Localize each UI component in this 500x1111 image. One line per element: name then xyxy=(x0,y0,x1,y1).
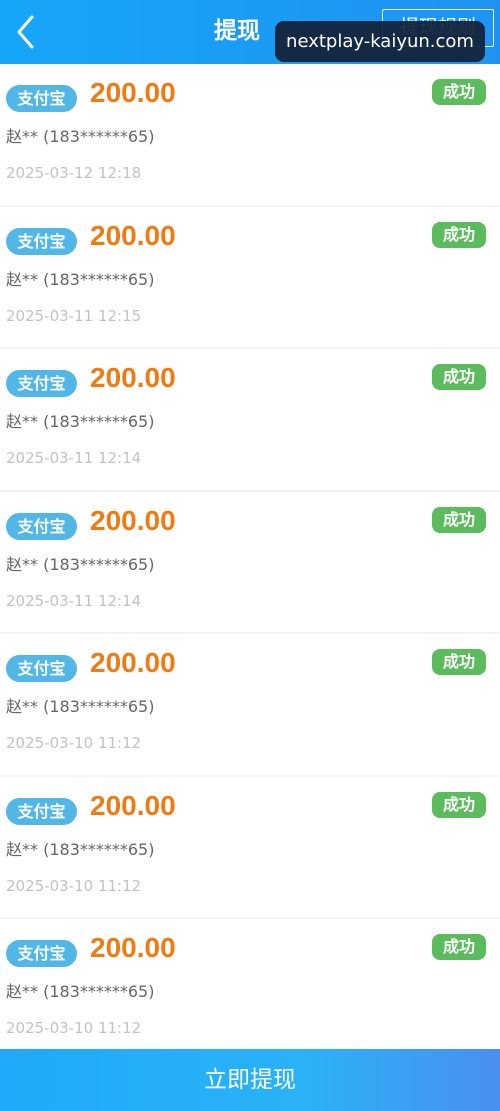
withdrawal-amount: 200.00 xyxy=(90,932,176,963)
payment-method-badge: 支付宝 xyxy=(6,227,77,255)
status-badge: 成功 xyxy=(432,649,486,675)
account-info: 赵** (183******65) xyxy=(6,839,155,859)
status-badge: 成功 xyxy=(432,221,486,248)
record-time: 2025-03-11 12:15 xyxy=(6,306,142,325)
account-info: 赵** (183******65) xyxy=(6,412,155,431)
account-info: 赵** (183******65) xyxy=(6,554,155,574)
withdrawal-record: 支付宝 200.00 成功 赵** (183******65) 2025-03-… xyxy=(0,206,500,349)
record-time: 2025-03-12 12:18 xyxy=(6,164,142,182)
withdrawal-amount: 200.00 xyxy=(90,789,176,821)
payment-method-badge: 支付宝 xyxy=(6,797,77,825)
withdrawal-amount: 200.00 xyxy=(90,504,176,536)
record-time: 2025-03-11 12:14 xyxy=(6,591,142,610)
payment-method-badge: 支付宝 xyxy=(6,85,77,112)
account-info: 赵** (183******65) xyxy=(6,127,155,146)
status-badge: 成功 xyxy=(432,934,486,960)
withdrawal-record: 支付宝 200.00 成功 赵** (183******65) 2025-03-… xyxy=(0,64,500,207)
withdrawal-record: 支付宝 200.00 成功 赵** (183******65) 2025-03-… xyxy=(0,776,500,919)
payment-method-badge: 支付宝 xyxy=(6,512,77,540)
top-bar: 提现 提现规则 nextplay-kaiyun.com xyxy=(0,0,500,64)
status-badge: 成功 xyxy=(432,364,486,390)
record-time: 2025-03-10 11:12 xyxy=(6,734,142,752)
record-time: 2025-03-11 12:14 xyxy=(6,449,142,467)
withdrawal-record-list[interactable]: 支付宝 200.00 成功 赵** (183******65) 2025-03-… xyxy=(0,64,500,1049)
payment-method-badge: 支付宝 xyxy=(6,370,77,397)
status-badge: 成功 xyxy=(432,506,486,533)
payment-method-badge: 支付宝 xyxy=(6,655,77,682)
record-time: 2025-03-10 11:12 xyxy=(6,876,142,895)
watermark-overlay: nextplay-kaiyun.com xyxy=(275,21,485,62)
account-info: 赵** (183******65) xyxy=(6,982,155,1001)
withdrawal-record: 支付宝 200.00 成功 赵** (183******65) 2025-03-… xyxy=(0,491,500,634)
account-info: 赵** (183******65) xyxy=(6,697,155,716)
status-badge: 成功 xyxy=(432,791,486,818)
payment-method-badge: 支付宝 xyxy=(6,940,77,967)
withdrawal-amount: 200.00 xyxy=(90,219,176,251)
withdrawal-record: 支付宝 200.00 成功 赵** (183******65) 2025-03-… xyxy=(0,919,500,1049)
record-time: 2025-03-10 11:12 xyxy=(6,1019,142,1037)
withdraw-now-button[interactable]: 立即提现 xyxy=(0,1049,500,1111)
withdrawal-amount: 200.00 xyxy=(90,362,176,393)
status-badge: 成功 xyxy=(432,79,486,105)
withdrawal-amount: 200.00 xyxy=(90,647,176,678)
account-info: 赵** (183******65) xyxy=(6,269,155,289)
withdrawal-amount: 200.00 xyxy=(90,77,176,108)
withdrawal-record: 支付宝 200.00 成功 赵** (183******65) 2025-03-… xyxy=(0,349,500,492)
withdrawal-record: 支付宝 200.00 成功 赵** (183******65) 2025-03-… xyxy=(0,634,500,777)
